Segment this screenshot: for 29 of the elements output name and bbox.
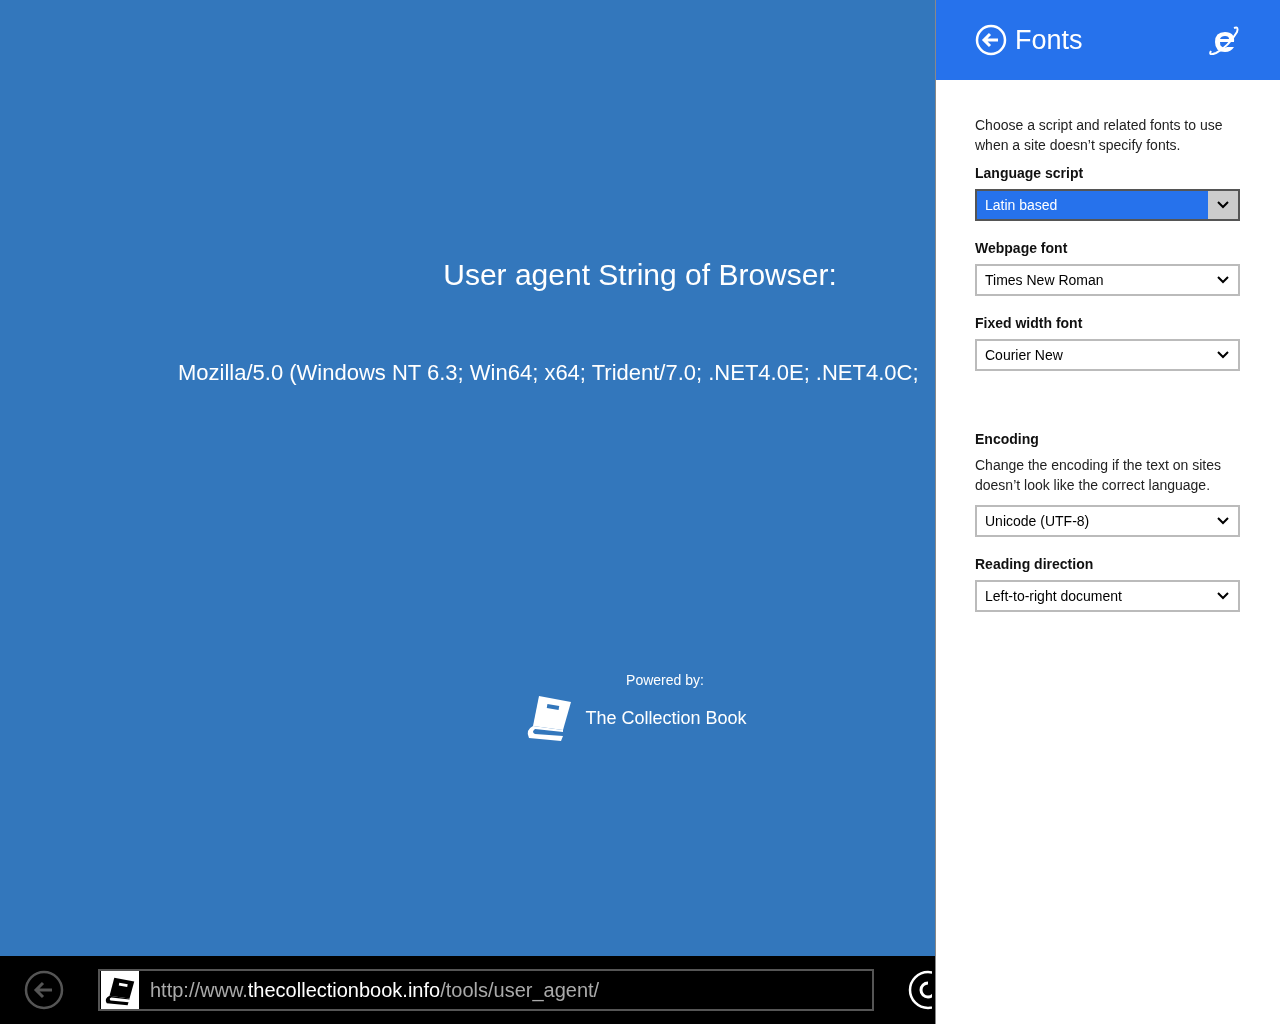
chevron-down-icon [1217, 276, 1229, 284]
field-label: Webpage font [975, 240, 1069, 256]
field-label: Language script [975, 165, 1085, 181]
section-description: Choose a script and related fonts to use when a site doesn’t specify fonts. [975, 116, 1224, 155]
panel-title: Fonts [1015, 24, 1084, 56]
dropdown[interactable]: Unicode (UTF-8) [975, 505, 1240, 537]
brand-name: The Collection Book [585, 707, 747, 729]
address-field[interactable]: http://www.thecollectionbook.info/tools/user_agent/ [98, 969, 874, 1011]
page-title: User agent String of Browser: [443, 258, 837, 292]
field-label: Reading direction [975, 556, 1095, 572]
dropdown[interactable]: Latin based [975, 189, 1240, 221]
chevron-down-icon [1217, 201, 1229, 209]
letter-e-logo-icon [1208, 24, 1240, 56]
chevron-down-icon [1217, 351, 1229, 359]
book-icon [100, 971, 140, 1009]
chevron-down-icon [1217, 517, 1229, 525]
chevron-down-icon [1217, 592, 1229, 600]
user-agent-text: Mozilla/5.0 (Windows NT 6.3; Win64; x64; Trident/7.0; .NET4.0E; .NET4.0C; [177, 360, 920, 386]
url-text: http://www.thecollectionbook.info/tools/user_agent/ [150, 978, 600, 1002]
dropdown[interactable]: Times New Roman [975, 264, 1240, 296]
back-button[interactable] [24, 970, 64, 1010]
dropdown[interactable]: Courier New [975, 339, 1240, 371]
section-description: Change the encoding if the text on sites doesn’t look like the correct language. [975, 456, 1222, 495]
dropdown[interactable]: Left-to-right document [975, 580, 1240, 612]
section-heading: Encoding [975, 431, 1040, 447]
powered-by-label: Powered by: [626, 672, 704, 688]
refresh-button[interactable] [908, 970, 932, 1010]
field-label: Fixed width font [975, 315, 1084, 331]
back-icon[interactable] [975, 24, 1007, 56]
